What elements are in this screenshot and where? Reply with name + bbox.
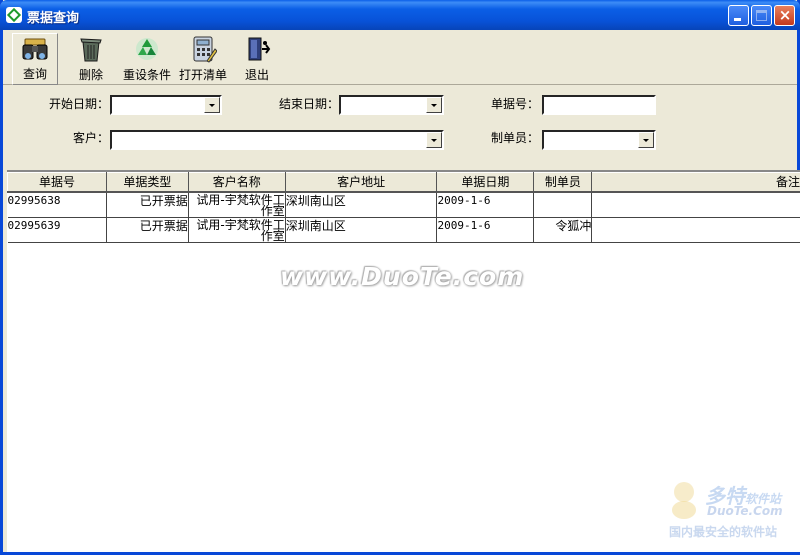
delete-button[interactable]: 删除 (67, 33, 115, 85)
chevron-down-icon[interactable] (426, 97, 442, 113)
calculator-icon (193, 36, 217, 63)
chevron-down-icon[interactable] (426, 132, 442, 148)
end-date-select[interactable] (339, 95, 444, 115)
creator-select[interactable] (542, 130, 656, 150)
chevron-down-icon[interactable] (204, 97, 220, 113)
doc-type-cell[interactable]: 已开票据 (106, 217, 189, 243)
customer-address-cell[interactable]: 深圳南山区 (285, 217, 438, 243)
chevron-down-icon[interactable] (638, 132, 654, 148)
doc-no-input[interactable] (542, 95, 656, 115)
maximize-button[interactable] (751, 5, 772, 26)
table-row[interactable]: 02995638 已开票据 试用-宇梵软件工作室 深圳南山区 2009-1-6 (7, 191, 800, 218)
column-header[interactable]: 客户地址 (284, 172, 438, 193)
end-date-label: 结束日期： (278, 97, 339, 111)
creator-label: 制单员： (490, 131, 539, 145)
doc-date-cell[interactable]: 2009-1-6 (436, 191, 535, 218)
start-date-label: 开始日期： (48, 97, 109, 111)
doc-no-cell[interactable]: 02995638 (7, 191, 107, 218)
doc-type-cell[interactable]: 已开票据 (106, 191, 189, 218)
customer-label: 客户： (72, 131, 109, 145)
column-header[interactable]: 备注 (591, 172, 800, 193)
minimize-button[interactable] (728, 5, 749, 26)
brand-url: DuoTe.Com (707, 504, 783, 518)
column-header[interactable]: 制单员 (533, 172, 593, 193)
window-title: 票据查询 (27, 11, 80, 26)
reset-conditions-button[interactable]: 重设条件 (119, 33, 175, 85)
exit-door-icon (248, 37, 271, 61)
filter-form: 开始日期： 结束日期： 单据号： 客户： 制单员： (3, 86, 797, 170)
app-window: 票据查询 × 查询 删除 重设条件 打开清单 退出 开始日期： 结束日期： 单据… (0, 0, 800, 555)
close-icon: × (778, 6, 792, 24)
mascot-logo-icon (672, 482, 696, 519)
brand-slogan: 国内最安全的软件站 (669, 525, 778, 539)
open-list-label: 打开清单 (178, 68, 227, 82)
trash-icon (80, 38, 102, 62)
creator-cell[interactable] (533, 191, 593, 218)
query-label: 查询 (22, 67, 47, 81)
delete-label: 删除 (78, 68, 103, 82)
start-date-select[interactable] (110, 95, 222, 115)
exit-label: 退出 (244, 68, 269, 82)
corner-watermark: 多特软件站 DuoTe.Com 国内最安全的软件站 (665, 478, 800, 543)
app-icon (6, 7, 22, 23)
results-table: 单据号 单据类型 客户名称 客户地址 单据日期 制单员 备注 02995638 … (7, 172, 800, 243)
table-header-row: 单据号 单据类型 客户名称 客户地址 单据日期 制单员 备注 (7, 172, 800, 193)
open-list-button[interactable]: 打开清单 (177, 33, 229, 85)
exit-button[interactable]: 退出 (237, 33, 277, 85)
customer-name-cell[interactable]: 试用-宇梵软件工作室 (188, 217, 286, 243)
doc-no-cell[interactable]: 02995639 (7, 217, 107, 243)
doc-no-label: 单据号： (490, 97, 539, 111)
watermark-text: www.DuoTe.com (280, 262, 525, 291)
column-header[interactable]: 单据类型 (105, 172, 189, 193)
creator-cell[interactable]: 令狐冲 (533, 217, 593, 243)
reset-conditions-label: 重设条件 (122, 68, 171, 82)
close-button[interactable]: × (774, 5, 795, 26)
column-header[interactable]: 单据号 (7, 172, 107, 193)
recycle-icon (136, 38, 158, 60)
doc-date-cell[interactable]: 2009-1-6 (436, 217, 535, 243)
binoculars-icon (22, 38, 48, 60)
title-bar[interactable]: 票据查询 × (0, 0, 800, 30)
minimize-icon (734, 18, 741, 21)
customer-name-cell[interactable]: 试用-宇梵软件工作室 (188, 191, 286, 218)
customer-address-cell[interactable]: 深圳南山区 (285, 191, 438, 218)
toolbar: 查询 删除 重设条件 打开清单 退出 (3, 30, 797, 85)
customer-select[interactable] (110, 130, 444, 150)
column-header[interactable]: 客户名称 (187, 172, 286, 193)
remark-cell[interactable] (591, 191, 800, 218)
column-header[interactable]: 单据日期 (436, 172, 535, 193)
remark-cell[interactable] (591, 217, 800, 243)
query-button[interactable]: 查询 (12, 33, 58, 85)
maximize-icon (756, 10, 767, 21)
table-row[interactable]: 02995639 已开票据 试用-宇梵软件工作室 深圳南山区 2009-1-6 … (7, 217, 800, 243)
